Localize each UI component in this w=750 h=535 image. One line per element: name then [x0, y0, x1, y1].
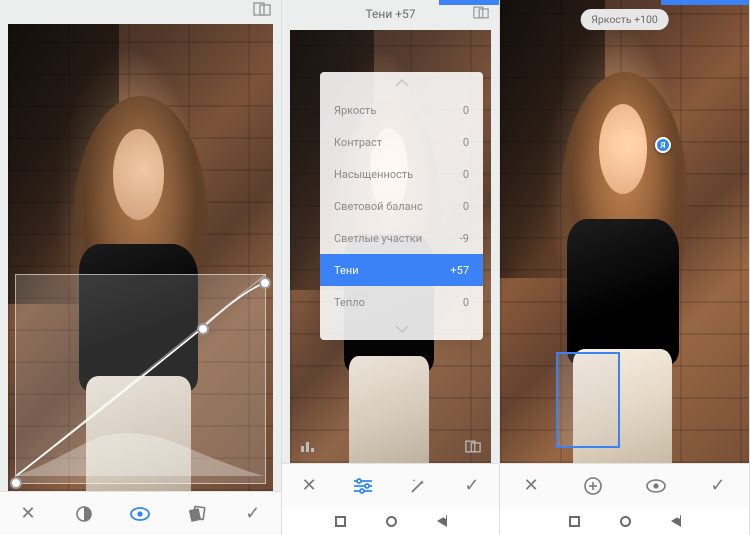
slider-contrast[interactable]: Контраст 0 — [320, 126, 483, 158]
channel-styles-icon[interactable] — [182, 499, 212, 529]
slider-value: 0 — [463, 168, 469, 181]
close-button[interactable]: ✕ — [13, 499, 43, 529]
chevron-down-icon[interactable] — [320, 318, 483, 340]
toolbar-tune: ✕ ✓ — [282, 463, 499, 507]
panel-curves: ✕ ✓ — [0, 0, 282, 535]
slider-label: Тепло — [334, 296, 365, 309]
nav-recent-icon[interactable] — [569, 516, 580, 527]
slider-saturation[interactable]: Насыщенность 0 — [320, 158, 483, 190]
overlay-value-pill: Яркость +100 — [580, 9, 669, 30]
slider-ambiance[interactable]: Световой баланс 0 — [320, 190, 483, 222]
slider-value: 0 — [463, 200, 469, 213]
compare-icon[interactable] — [473, 6, 489, 19]
view-icon[interactable] — [641, 471, 671, 501]
add-point-icon[interactable] — [578, 471, 608, 501]
compare-icon[interactable] — [465, 440, 481, 453]
photo-canvas[interactable]: Яркость +100 Я — [500, 0, 749, 463]
apply-button[interactable]: ✓ — [703, 471, 733, 501]
panel2-topbar: Тени +57 — [282, 0, 499, 30]
curve-point-mid[interactable] — [197, 323, 209, 335]
control-point[interactable]: Я — [655, 137, 671, 153]
nav-recent-icon[interactable] — [335, 516, 346, 527]
slider-menu[interactable]: Яркость 0 Контраст 0 Насыщенность 0 Свет… — [320, 72, 483, 340]
compare-icon[interactable] — [253, 2, 271, 16]
slider-label: Тени — [334, 264, 359, 277]
slider-value: 0 — [463, 136, 469, 149]
slider-warmth[interactable]: Тепло 0 — [320, 286, 483, 318]
photo-canvas[interactable] — [8, 24, 273, 491]
current-param-label: Тени +57 — [365, 7, 415, 21]
chevron-up-icon[interactable] — [320, 72, 483, 94]
value-indicator-bar — [661, 0, 749, 5]
auto-magic-icon[interactable] — [403, 471, 433, 501]
android-navbar — [500, 507, 749, 535]
selection-region[interactable] — [556, 352, 620, 448]
slider-value: 0 — [463, 104, 469, 117]
slider-value: -9 — [460, 232, 469, 245]
curve-editor[interactable] — [15, 274, 266, 484]
close-button[interactable]: ✕ — [294, 471, 324, 501]
slider-brightness[interactable]: Яркость 0 — [320, 94, 483, 126]
histogram-icon[interactable] — [300, 439, 316, 453]
apply-button[interactable]: ✓ — [238, 499, 268, 529]
nav-home-icon[interactable] — [386, 516, 397, 527]
slider-label: Световой баланс — [334, 200, 423, 213]
android-navbar — [282, 507, 499, 535]
nav-back-icon[interactable] — [437, 515, 447, 527]
curve-point-shadow[interactable] — [10, 477, 22, 489]
toolbar-curves: ✕ ✓ — [0, 491, 281, 535]
channel-luminance-icon[interactable] — [69, 499, 99, 529]
nav-back-icon[interactable] — [671, 515, 681, 527]
slider-shadows[interactable]: Тени +57 — [320, 254, 483, 286]
channel-rgb-icon[interactable] — [125, 499, 155, 529]
adjust-sliders-icon[interactable] — [348, 471, 378, 501]
nav-home-icon[interactable] — [620, 516, 631, 527]
panel-selective: Яркость +100 Я ✕ ✓ — [500, 0, 750, 535]
slider-label: Насыщенность — [334, 168, 413, 181]
slider-label: Светлые участки — [334, 232, 422, 245]
slider-value: 0 — [463, 296, 469, 309]
close-button[interactable]: ✕ — [516, 471, 546, 501]
panel1-topbar — [0, 0, 281, 24]
slider-value: +57 — [450, 264, 469, 277]
photo-canvas[interactable]: Яркость 0 Контраст 0 Насыщенность 0 Свет… — [290, 30, 491, 463]
value-indicator-bar — [439, 0, 499, 5]
slider-label: Яркость — [334, 104, 376, 117]
panel-tune: Тени +57 Яркость 0 Контра — [282, 0, 500, 535]
apply-button[interactable]: ✓ — [457, 471, 487, 501]
slider-highlights[interactable]: Светлые участки -9 — [320, 222, 483, 254]
curve-point-highlight[interactable] — [259, 277, 271, 289]
toolbar-selective: ✕ ✓ — [500, 463, 749, 507]
slider-label: Контраст — [334, 136, 382, 149]
